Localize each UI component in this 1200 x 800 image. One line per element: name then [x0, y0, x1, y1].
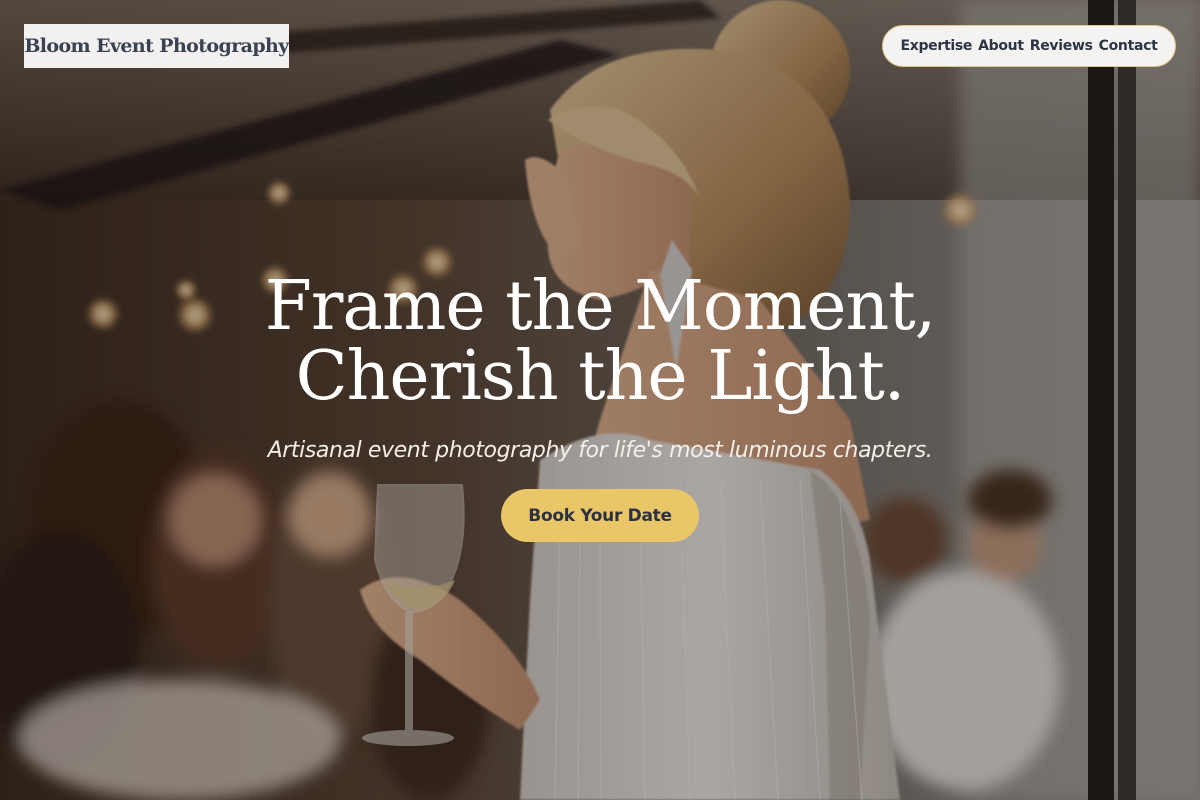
- nav-link-reviews[interactable]: Reviews: [1030, 38, 1093, 54]
- brand-name: Bloom Event Photography: [24, 35, 289, 57]
- hero-headline: Frame the Moment, Cherish the Light.: [0, 272, 1200, 412]
- hero-headline-line-2: Cherish the Light.: [295, 337, 906, 416]
- nav-link-expertise[interactable]: Expertise: [900, 38, 972, 54]
- hero-headline-line-1: Frame the Moment,: [264, 267, 937, 346]
- nav-link-contact[interactable]: Contact: [1099, 38, 1158, 54]
- main-nav: Expertise About Reviews Contact: [882, 25, 1176, 67]
- book-your-date-button[interactable]: Book Your Date: [501, 489, 699, 542]
- brand-logo[interactable]: Bloom Event Photography: [24, 24, 289, 68]
- nav-link-about[interactable]: About: [978, 38, 1024, 54]
- hero-subtitle: Artisanal event photography for life's m…: [267, 438, 933, 463]
